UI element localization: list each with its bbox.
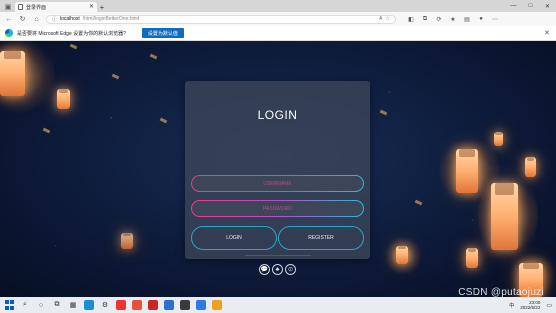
lantern [456, 149, 478, 193]
login-page: LOGIN LOGIN REGISTER 💬 ♣ ⊙ [0, 41, 556, 297]
lantern [466, 248, 478, 268]
favorites-icon[interactable]: ★ [449, 15, 457, 23]
watermark: CSDN @putaojuzi [458, 287, 544, 298]
app-dark-icon[interactable] [180, 300, 190, 310]
new-tab-button[interactable]: + [97, 2, 107, 12]
home-icon[interactable]: ⌂ [32, 15, 41, 24]
task-view-icon[interactable]: ⧉ [52, 300, 62, 310]
username-field[interactable] [191, 175, 364, 192]
back-icon[interactable]: ← [4, 15, 13, 24]
qq-icon[interactable]: ♣ [272, 264, 283, 275]
edge-logo-icon [5, 29, 13, 37]
minimize-button[interactable]: — [505, 0, 522, 12]
refresh-icon[interactable]: ↻ [18, 15, 27, 24]
tray-lang[interactable]: 中 [509, 302, 514, 309]
github-icon[interactable]: ⊙ [285, 264, 296, 275]
login-card: LOGIN LOGIN REGISTER 💬 ♣ ⊙ [185, 81, 370, 275]
app-red-icon[interactable] [116, 300, 126, 310]
notification-icon[interactable]: ▭ [546, 302, 552, 309]
app-editor-icon[interactable] [196, 300, 206, 310]
infobar-message: 是否要将 Microsoft Edge 设置为你的默认浏览器? [17, 30, 126, 37]
system-tray: 中 23:00 2022/6/22 ▭ [509, 297, 552, 313]
search-icon[interactable]: ⌕ [20, 300, 30, 310]
app-red2-icon[interactable] [148, 300, 158, 310]
start-button-icon[interactable] [4, 300, 14, 310]
favorite-star-icon[interactable]: ☆ [386, 16, 390, 22]
split-screen-icon[interactable]: ◧ [407, 15, 415, 23]
window-menu-icon[interactable]: ▣ [3, 2, 13, 11]
lantern [525, 157, 536, 177]
edge-app-icon[interactable] [84, 300, 94, 310]
page-icon [18, 4, 23, 10]
username-input[interactable] [192, 176, 363, 191]
clock[interactable]: 23:00 2022/6/22 [520, 300, 540, 310]
login-title: LOGIN [257, 108, 298, 122]
collections-icon[interactable]: ▤ [463, 15, 471, 23]
lantern [396, 246, 408, 264]
set-default-button[interactable]: 设置为默认值 [141, 28, 184, 38]
clock-date: 2022/6/22 [520, 305, 541, 310]
lantern [121, 233, 133, 249]
window-controls: — □ ✕ [505, 0, 556, 12]
browser-tab-bar: ▣ 登录界面 ✕ + — □ ✕ [0, 0, 556, 12]
lantern [57, 89, 70, 109]
divider [245, 255, 311, 256]
address-bar[interactable]: ⓘ localhost /html/loginBetterOne.html A … [46, 14, 396, 24]
close-window-button[interactable]: ✕ [539, 0, 556, 12]
close-tab-icon[interactable]: ✕ [89, 4, 94, 10]
url-path: /html/loginBetterOne.html [82, 16, 140, 22]
extensions-icon[interactable]: ⧉ [421, 15, 429, 23]
more-menu-icon[interactable]: ⋯ [491, 15, 499, 23]
maximize-button[interactable]: □ [522, 0, 539, 12]
browser-tools: ◧ ⧉ ⟳ ★ ▤ ● ⋯ [407, 15, 499, 23]
app-orange-icon[interactable] [132, 300, 142, 310]
windows-taskbar: ⌕ ○ ⧉ ▦ ⚙ 中 23:00 2022/6/22 ▭ [0, 297, 556, 313]
site-info-icon[interactable]: ⓘ [52, 16, 57, 23]
password-field[interactable] [191, 200, 364, 217]
login-button[interactable]: LOGIN [191, 226, 277, 250]
file-explorer-icon[interactable]: ▦ [68, 300, 78, 310]
cortana-icon[interactable]: ○ [36, 300, 46, 310]
close-infobar-icon[interactable]: ✕ [544, 29, 550, 37]
lantern [494, 132, 503, 146]
password-input[interactable] [192, 201, 363, 216]
settings-icon[interactable]: ⚙ [100, 300, 110, 310]
read-aloud-icon[interactable]: A [379, 16, 382, 22]
refresh-sync-icon[interactable]: ⟳ [435, 15, 443, 23]
lantern [491, 183, 518, 250]
profile-avatar-icon[interactable]: ● [477, 15, 485, 23]
register-button[interactable]: REGISTER [278, 226, 364, 250]
url-host: localhost [60, 16, 80, 22]
app-ide-icon[interactable] [212, 300, 222, 310]
app-blue-icon[interactable] [164, 300, 174, 310]
lantern [0, 51, 25, 96]
wechat-icon[interactable]: 💬 [259, 264, 270, 275]
browser-tab[interactable]: 登录界面 ✕ [15, 2, 97, 12]
tab-title: 登录界面 [26, 4, 47, 11]
default-browser-infobar: 是否要将 Microsoft Edge 设置为你的默认浏览器? 设置为默认值 ✕ [0, 26, 556, 41]
address-toolbar: ← ↻ ⌂ ⓘ localhost /html/loginBetterOne.h… [0, 12, 556, 26]
